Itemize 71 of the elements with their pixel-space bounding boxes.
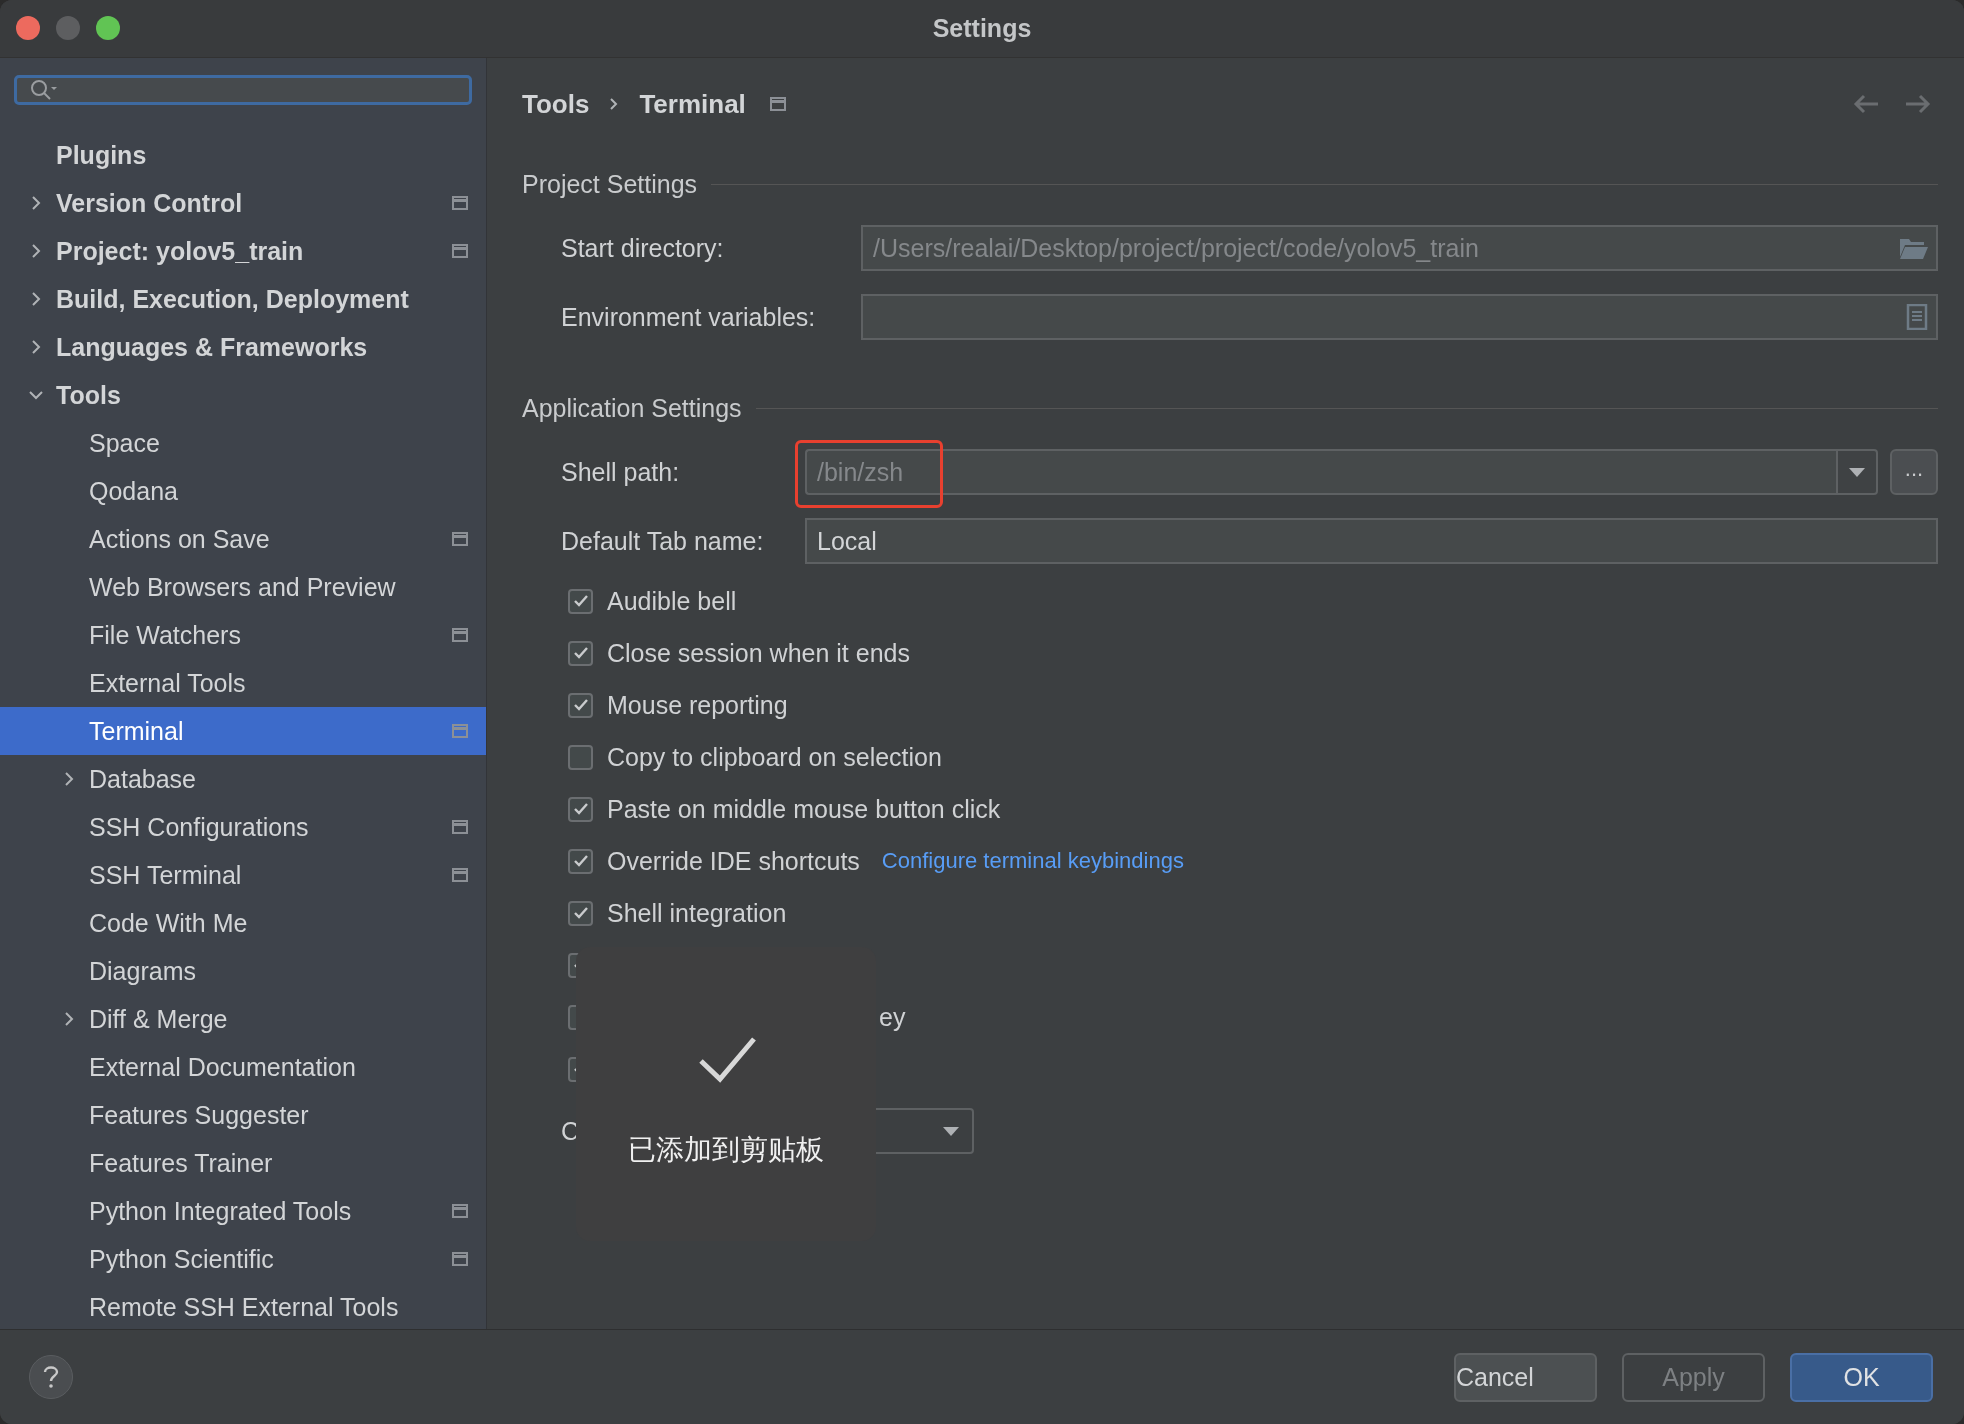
document-icon	[1906, 304, 1928, 330]
zoom-button[interactable]	[96, 16, 120, 40]
checkbox[interactable]	[568, 692, 593, 718]
combo-field[interactable]: /bin/zsh	[805, 449, 1836, 495]
checkbox-label: ey	[878, 1002, 906, 1032]
checkbox[interactable]	[568, 588, 593, 614]
checkbox-label: Close session when it ends	[607, 638, 910, 668]
sidebar-item[interactable]: Python Scientific	[0, 1235, 486, 1283]
sidebar-item[interactable]: SSH Configurations	[0, 803, 486, 851]
help-button[interactable]	[29, 1355, 73, 1399]
field-label: Default Tab name:	[561, 526, 765, 556]
sidebar-item[interactable]: Actions on Save	[0, 515, 486, 563]
sidebar-item[interactable]: Tools	[0, 371, 486, 419]
checkbox[interactable]	[568, 900, 593, 926]
forward-arrow-icon	[1904, 92, 1932, 116]
caret-icon	[942, 1125, 961, 1137]
cancel-button[interactable]: Cancel	[1454, 1352, 1597, 1402]
sidebar-item[interactable]: Database	[0, 755, 486, 803]
sidebar-item[interactable]: Terminal	[0, 707, 486, 755]
sidebar-item[interactable]: Qodana	[0, 467, 486, 515]
sidebar-item[interactable]: Space	[0, 419, 486, 467]
sidebar-item[interactable]: Build, Execution, Deployment	[0, 275, 486, 323]
field-label: Environment variables:	[561, 302, 817, 332]
back-arrow-icon	[1852, 92, 1880, 116]
checkbox[interactable]	[568, 640, 593, 666]
window-title: Settings	[932, 14, 1032, 43]
sidebar-item[interactable]: Features Trainer	[0, 1139, 486, 1187]
checkbox-label: Audible bell	[607, 586, 737, 616]
caret-icon	[1848, 466, 1866, 478]
text-field[interactable]	[861, 294, 1938, 340]
checkbox-label: Shell integration	[607, 898, 787, 928]
sidebar-item[interactable]: File Watchers	[0, 611, 486, 659]
sidebar-item[interactable]: Plugins	[0, 131, 486, 179]
text-field[interactable]: /Users/realai/Desktop/project/project/code/yolov5_train	[861, 225, 1938, 271]
chevron-right-icon	[609, 97, 620, 111]
browse-button[interactable]: ...	[1890, 449, 1938, 495]
sidebar-item[interactable]: Diff & Merge	[0, 995, 486, 1043]
section-heading: Application Settings	[522, 393, 742, 423]
sidebar-item[interactable]: Version Control	[0, 179, 486, 227]
checkbox-label: Override IDE shortcuts	[607, 846, 860, 876]
sidebar-item[interactable]: Web Browsers and Preview	[0, 563, 486, 611]
breadcrumb-item[interactable]: Terminal	[639, 88, 746, 120]
sidebar-item[interactable]: Features Suggester	[0, 1091, 486, 1139]
sidebar-item[interactable]: Python Integrated Tools	[0, 1187, 486, 1235]
toast-message: 已添加到剪贴板	[628, 1132, 824, 1168]
text-field[interactable]: Local	[805, 518, 1938, 564]
ok-button[interactable]: OK	[1790, 1352, 1933, 1402]
checkbox-label: Copy to clipboard on selection	[607, 742, 942, 772]
field-label: Shell path:	[561, 457, 681, 487]
dropdown-button[interactable]	[1836, 449, 1878, 495]
checkbox[interactable]	[568, 744, 593, 770]
help-icon	[41, 1364, 61, 1390]
search-field[interactable]	[14, 75, 472, 105]
keybindings-link[interactable]: Configure terminal keybindings	[881, 848, 1184, 874]
checkbox-label: Paste on middle mouse button click	[607, 794, 1001, 824]
close-button[interactable]	[16, 16, 40, 40]
sidebar-item[interactable]: Languages & Frameworks	[0, 323, 486, 371]
sidebar-item[interactable]: Diagrams	[0, 947, 486, 995]
sidebar-item[interactable]: Project: yolov5_train	[0, 227, 486, 275]
sidebar-item[interactable]: External Documentation	[0, 1043, 486, 1091]
sidebar-item[interactable]: Remote SSH External Tools	[0, 1283, 486, 1329]
breadcrumb-item[interactable]: Tools	[522, 88, 590, 120]
sidebar-item[interactable]: Code With Me	[0, 899, 486, 947]
search-icon	[29, 78, 59, 102]
sidebar-item[interactable]: SSH Terminal	[0, 851, 486, 899]
checkbox[interactable]	[568, 796, 593, 822]
checkbox-label: Mouse reporting	[607, 690, 788, 720]
field-label: Start directory:	[561, 233, 725, 263]
checkbox[interactable]	[568, 848, 593, 874]
section-heading: Project Settings	[522, 169, 698, 199]
sidebar-item[interactable]: External Tools	[0, 659, 486, 707]
